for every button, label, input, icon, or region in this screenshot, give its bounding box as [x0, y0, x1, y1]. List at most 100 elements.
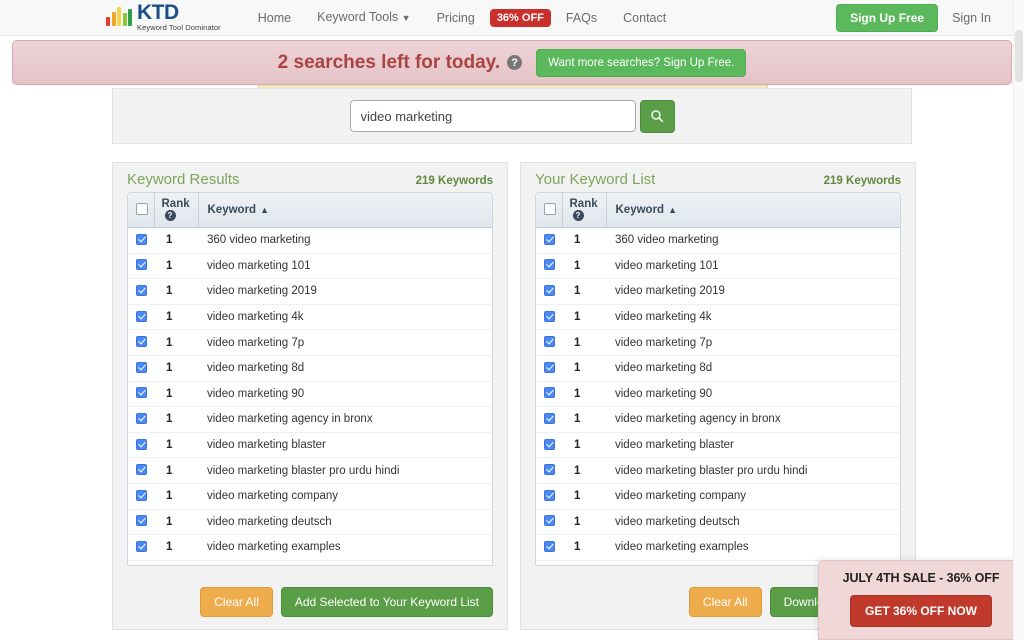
row-checkbox[interactable] [136, 284, 147, 296]
row-checkbox[interactable] [544, 412, 555, 424]
row-checkbox[interactable] [544, 387, 555, 399]
table-row[interactable]: 1 360 video marketing [128, 228, 492, 254]
row-select-cell [536, 509, 562, 535]
keyword-header[interactable]: Keyword ▲ [197, 193, 492, 228]
row-rank: 1 [574, 285, 581, 298]
table-row[interactable]: 1 360 video marketing [536, 228, 900, 254]
rank-help-icon[interactable]: ? [572, 210, 584, 221]
row-checkbox[interactable] [136, 387, 147, 399]
row-rank: 1 [574, 311, 581, 324]
add-selected-button[interactable]: Add Selected to Your Keyword List [280, 587, 493, 617]
table-row[interactable]: 1 video marketing 101 [536, 253, 900, 279]
row-rank: 1 [574, 413, 581, 426]
row-checkbox[interactable] [136, 361, 147, 373]
table-row[interactable]: 1 video marketing 7p [536, 330, 900, 356]
row-checkbox[interactable] [136, 438, 147, 450]
row-checkbox[interactable] [544, 336, 555, 348]
table-row[interactable]: 1 video marketing blaster pro urdu hindi [128, 458, 492, 484]
table-row[interactable]: 1 video marketing deutsch [128, 509, 492, 535]
table-row[interactable]: 1video marketing for real estate agents [128, 560, 492, 565]
want-more-searches-button[interactable]: Want more searches? Sign Up Free. [536, 48, 747, 77]
nav-item-home[interactable]: Home [245, 0, 304, 36]
row-checkbox[interactable] [544, 361, 555, 373]
get-discount-button[interactable]: GET 36% OFF NOW [849, 595, 992, 627]
row-checkbox[interactable] [544, 515, 555, 527]
sign-in-link[interactable]: Sign In [938, 11, 1005, 25]
table-row[interactable]: 1 video marketing 2019 [128, 279, 492, 305]
nav-item-keyword-tools[interactable]: Keyword Tools ▼ [304, 0, 423, 36]
row-checkbox[interactable] [136, 515, 147, 527]
table-row[interactable]: 1 video marketing 2019 [536, 279, 900, 305]
row-checkbox[interactable] [136, 540, 147, 552]
rank-header-label: Rank [161, 198, 190, 210]
row-select-cell [128, 304, 154, 330]
row-checkbox[interactable] [136, 464, 147, 476]
search-button[interactable] [639, 99, 675, 133]
table-row[interactable]: 1 video marketing blaster [128, 432, 492, 458]
row-checkbox[interactable] [544, 489, 555, 501]
select-all-checkbox[interactable] [136, 203, 148, 215]
row-checkbox[interactable] [136, 489, 147, 501]
your-keyword-list-count: 219 Keywords [823, 175, 901, 187]
table-row[interactable]: 1 video marketing company [536, 483, 900, 510]
row-rank: 1 [574, 541, 581, 554]
your-keyword-list-thead: Rank? Keyword ▲ [536, 193, 900, 228]
select-all-checkbox[interactable] [544, 203, 556, 215]
row-checkbox[interactable] [544, 233, 555, 245]
table-row[interactable]: 1 video marketing examples [128, 535, 492, 561]
table-row[interactable]: 1 video marketing 4k [536, 304, 900, 330]
row-rank: 1 [574, 439, 581, 452]
row-checkbox[interactable] [136, 259, 147, 271]
table-row[interactable]: 1 video marketing blaster pro urdu hindi [536, 458, 900, 484]
sale-promo-title: JULY 4TH SALE - 36% OFF [842, 571, 1000, 585]
row-checkbox[interactable] [544, 464, 555, 476]
row-keyword: video marketing blaster [207, 439, 326, 452]
row-checkbox[interactable] [544, 540, 555, 552]
table-row[interactable]: 1 video marketing 101 [128, 253, 492, 279]
row-keyword: video marketing 4k [207, 311, 304, 324]
clear-all-results-button[interactable]: Clear All [200, 587, 273, 617]
row-checkbox[interactable] [136, 233, 147, 245]
table-row[interactable]: 1 video marketing company [128, 483, 492, 510]
sign-up-free-button[interactable]: Sign Up Free [836, 3, 939, 32]
table-row[interactable]: 1 video marketing examples [536, 535, 900, 561]
table-row[interactable]: 1 video marketing 7p [128, 330, 492, 356]
table-row[interactable]: 1 video marketing agency in bronx [536, 407, 900, 433]
table-row[interactable]: 1 video marketing deutsch [536, 509, 900, 535]
search-input[interactable] [349, 100, 636, 132]
row-checkbox[interactable] [544, 284, 555, 296]
table-row[interactable]: 1 video marketing agency in bronx [128, 407, 492, 433]
scrollbar-thumb[interactable] [1015, 30, 1023, 82]
table-row[interactable]: 1 video marketing 90 [128, 381, 492, 407]
page-scrollbar[interactable] [1013, 0, 1024, 640]
keyword-results-panel: Keyword Results 219 Keywords Rank? Keywo… [112, 162, 508, 630]
rank-header[interactable]: Rank? [153, 193, 198, 228]
table-row[interactable]: 1 video marketing 4k [128, 304, 492, 330]
nav-item-pricing[interactable]: Pricing [424, 0, 488, 36]
row-checkbox[interactable] [544, 438, 555, 450]
row-checkbox[interactable] [136, 310, 147, 322]
table-row[interactable]: 1 video marketing 8d [128, 355, 492, 382]
logo-bar-2 [111, 11, 116, 26]
nav-item-contact[interactable]: Contact [610, 0, 679, 36]
clear-all-list-button[interactable]: Clear All [688, 587, 762, 617]
table-row[interactable]: 1 video marketing blaster [536, 432, 900, 458]
keyword-header[interactable]: Keyword ▲ [605, 193, 900, 228]
keyword-results-header: Keyword Results 219 Keywords [113, 163, 507, 192]
row-checkbox[interactable] [136, 336, 147, 348]
help-icon[interactable]: ? [507, 55, 523, 70]
rank-help-icon[interactable]: ? [164, 210, 176, 221]
row-checkbox[interactable] [544, 310, 555, 322]
rank-header[interactable]: Rank? [561, 193, 606, 228]
table-row[interactable]: 1 video marketing 8d [536, 355, 900, 382]
discount-badge[interactable]: 36% OFF [489, 8, 551, 27]
row-select-cell [536, 279, 562, 305]
logo-bars-icon [106, 6, 132, 26]
site-logo[interactable]: KTD Keyword Tool Dominator [106, 2, 221, 33]
row-rank: 1 [166, 439, 173, 452]
table-row[interactable]: 1 video marketing 90 [536, 381, 900, 407]
row-checkbox[interactable] [136, 412, 147, 424]
logo-bar-1 [106, 16, 110, 26]
row-checkbox[interactable] [544, 259, 555, 271]
nav-item-faqs[interactable]: FAQs [553, 0, 610, 36]
